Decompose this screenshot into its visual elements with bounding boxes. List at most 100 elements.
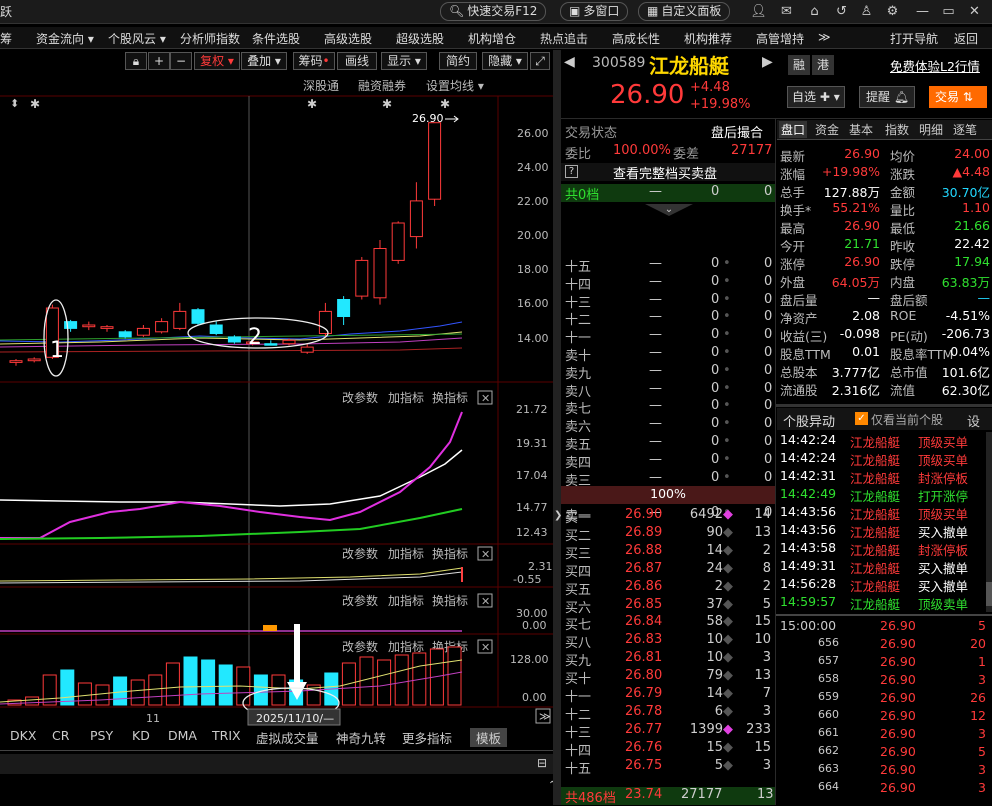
checkbox-checked-icon[interactable]: ✓: [855, 412, 868, 425]
menu-item[interactable]: 高成长性: [612, 30, 660, 47]
tab-dma[interactable]: DMA: [168, 728, 197, 743]
margin-badge[interactable]: 融: [788, 55, 810, 75]
sell-level-row[interactable]: 卖九 —0 • 0: [561, 363, 775, 382]
overlay-dropdown[interactable]: 叠加 ▾: [241, 52, 287, 70]
tab-fund[interactable]: 资金: [815, 121, 839, 138]
zoom-in-button[interactable]: +: [148, 52, 170, 70]
buy-level-row[interactable]: 买九 26.81 10 ◆ 3: [561, 650, 775, 669]
anomaly-row[interactable]: 14:43:58 江龙船艇 封涨停板: [780, 540, 986, 558]
tab-trix[interactable]: TRIX: [212, 728, 241, 743]
close-icon[interactable]: ✕: [966, 3, 983, 20]
custom-panel-button[interactable]: ▦ 自定义面板: [638, 2, 731, 21]
rongzi-label[interactable]: 融资融券: [358, 78, 406, 93]
sell-level-row[interactable]: 卖五 —0 • 0: [561, 434, 775, 453]
sell-level-row[interactable]: 十一 —0 • 0: [561, 327, 775, 346]
shengutong-label[interactable]: 深股通: [303, 79, 339, 93]
tab-cr[interactable]: CR: [52, 728, 69, 743]
tab-magic-nine[interactable]: 神奇九转: [336, 728, 386, 747]
chip-button[interactable]: 筹码•: [293, 52, 335, 70]
anomaly-scrollbar[interactable]: [986, 432, 992, 612]
menu-item[interactable]: 筹: [0, 30, 12, 47]
change-params-link[interactable]: 改参数: [342, 546, 378, 561]
buy-level-row[interactable]: 买八 26.83 10 ◆ 10: [561, 632, 775, 651]
sell-level-row[interactable]: 卖四 —0 • 0: [561, 452, 775, 471]
minimize-icon[interactable]: —: [914, 3, 931, 20]
tab-kd[interactable]: KD: [132, 728, 150, 743]
tab-template[interactable]: 模板: [470, 728, 508, 747]
buy-level-row[interactable]: 买三 26.88 14 ◆ 2: [561, 543, 775, 562]
menu-item[interactable]: 高级选股: [324, 30, 372, 47]
tab-index[interactable]: 指数: [885, 121, 909, 138]
anomaly-row[interactable]: 14:42:31 江龙船艇 封涨停板: [780, 468, 986, 486]
buy-level-row[interactable]: 十二 26.78 6 ◆ 3: [561, 704, 775, 723]
buy-level-row[interactable]: 买一 26.90 6492 ◆ 14: [561, 507, 775, 526]
view-full-book-button[interactable]: ? 查看完整档买卖盘: [561, 163, 775, 182]
trade-button[interactable]: 交易 ⇅: [929, 86, 987, 108]
buy-level-row[interactable]: 买四 26.87 24 ◆ 8: [561, 561, 775, 580]
splitter[interactable]: [553, 50, 561, 805]
buy-level-row[interactable]: 十三 26.77 1399 ◆ 233: [561, 722, 775, 741]
more-menu-button[interactable]: ≫: [818, 30, 831, 44]
user-icon[interactable]: 👤︎: [750, 3, 767, 20]
change-params-link[interactable]: 改参数: [342, 593, 378, 608]
sell-level-row[interactable]: 卖六 —0 • 0: [561, 416, 775, 435]
sell-level-row[interactable]: 卖七 —0 • 0: [561, 398, 775, 417]
maximize-icon[interactable]: ▭: [940, 3, 957, 20]
buy-level-row[interactable]: 十五 26.75 5 ◆ 3: [561, 758, 775, 777]
open-nav-button[interactable]: 打开导航: [890, 30, 938, 47]
draw-line-button[interactable]: 画线: [337, 52, 377, 70]
sell-level-row[interactable]: 卖十 —0 • 0: [561, 345, 775, 364]
buy-level-row[interactable]: 买二 26.89 90 ◆ 13: [561, 525, 775, 544]
change-params-link[interactable]: 改参数: [342, 390, 378, 405]
back-button[interactable]: 返回: [954, 30, 978, 47]
menu-item[interactable]: 条件选股: [252, 30, 300, 47]
display-dropdown[interactable]: 显示 ▾: [381, 52, 427, 70]
tab-basic[interactable]: 基本: [849, 121, 873, 138]
expand-icon[interactable]: ⤢: [530, 52, 550, 70]
tab-virtual-volume[interactable]: 虚拟成交量: [256, 728, 319, 747]
settings-icon[interactable]: ⚙: [884, 3, 901, 20]
chevron-down-icon[interactable]: ⌄: [645, 204, 693, 216]
chart-area[interactable]: 深股通 融资融券 设置均线 ▾ ⬍ ✱ ✱ ✱ ✱ 26.00 24.00 22…: [0, 72, 556, 805]
hide-dropdown[interactable]: 隐藏 ▾: [482, 52, 528, 70]
fast-trade-button[interactable]: 🔍︎ 快速交易F12: [440, 2, 547, 21]
buy-level-row[interactable]: 十四 26.76 15 ◆ 15: [561, 740, 775, 759]
sell-level-row[interactable]: 十五 —0 • 0: [561, 256, 775, 275]
add-indicator-link[interactable]: 加指标: [388, 390, 424, 405]
buy-level-row[interactable]: 买五 26.86 2 ◆ 2: [561, 579, 775, 598]
anomaly-row[interactable]: 14:42:24 江龙船艇 顶级买单: [780, 450, 986, 468]
tab-more-indicators[interactable]: 更多指标: [402, 728, 452, 747]
alert-button[interactable]: 提醒 🔔︎: [859, 86, 915, 108]
buy-level-row[interactable]: 买六 26.85 37 ◆ 5: [561, 597, 775, 616]
sell-level-row[interactable]: 十二 —0 • 0: [561, 309, 775, 328]
sell-level-row[interactable]: 卖八 —0 • 0: [561, 381, 775, 400]
sell-level-row[interactable]: 卖三 —0 • 0: [561, 470, 775, 489]
menu-item[interactable]: 机构推荐: [684, 30, 732, 47]
zoom-out-button[interactable]: −: [170, 52, 192, 70]
buy-level-row[interactable]: 十一 26.79 14 ◆ 7: [561, 686, 775, 705]
tab-tick[interactable]: 逐笔: [953, 121, 977, 138]
fuquan-dropdown[interactable]: 复权 ▾: [194, 52, 240, 70]
free-l2-link[interactable]: 免费体验L2行情: [890, 56, 980, 75]
next-stock-icon[interactable]: ▶: [762, 54, 773, 70]
buy-level-row[interactable]: 买七 26.84 58 ◆ 15: [561, 614, 775, 633]
add-indicator-link[interactable]: 加指标: [388, 593, 424, 608]
anomaly-row[interactable]: 14:42:49 江龙船艇 打开涨停: [780, 486, 986, 504]
tab-psy[interactable]: PSY: [90, 728, 113, 743]
add-indicator-link[interactable]: 加指标: [388, 639, 424, 654]
add-indicator-link[interactable]: 加指标: [388, 546, 424, 561]
menu-item-fund-flow[interactable]: 资金流向 ▾: [36, 30, 94, 47]
swap-indicator-link[interactable]: 换指标: [432, 546, 468, 561]
tab-pankou[interactable]: 盘口: [779, 121, 808, 138]
skin-icon[interactable]: ♙: [858, 3, 875, 20]
home-icon[interactable]: ⌂: [806, 3, 823, 20]
anomaly-row[interactable]: 14:56:28 江龙船艇 买入撤单: [780, 576, 986, 594]
mail-icon[interactable]: ✉: [778, 3, 795, 20]
only-current-label[interactable]: 仅看当前个股: [871, 411, 943, 428]
anomaly-row[interactable]: 14:43:56 江龙船艇 顶级买单: [780, 504, 986, 522]
simple-button[interactable]: 简约: [439, 52, 477, 70]
collapse-panel-icon[interactable]: ⊟: [537, 756, 547, 770]
menu-item[interactable]: 超级选股: [396, 30, 444, 47]
swap-indicator-link[interactable]: 换指标: [432, 593, 468, 608]
anomaly-row[interactable]: 14:43:56 江龙船艇 买入撤单: [780, 522, 986, 540]
